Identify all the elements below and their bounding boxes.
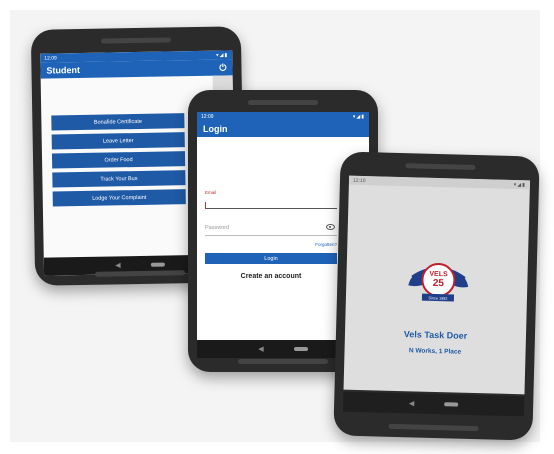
forgot-link[interactable]: Forgotten?	[205, 242, 337, 247]
login-form: Email Password Forgotten? Login Create a…	[205, 190, 337, 280]
home-icon[interactable]	[444, 402, 459, 407]
splash-screen: 12:10 ▾◢▮ VELS 25 Since 1992 Vels Task D…	[343, 175, 531, 395]
status-icons: ▾◢▮	[216, 51, 229, 59]
back-icon[interactable]: ◀	[115, 261, 121, 269]
back-icon[interactable]: ◀	[409, 399, 415, 407]
app-title: Vels Task Doer	[403, 329, 468, 341]
status-time: 12:09	[44, 54, 57, 62]
power-icon[interactable]: ⏻	[219, 62, 226, 73]
bonafide-certificate-button[interactable]: Bonafide Certificate	[51, 113, 185, 131]
home-icon[interactable]	[150, 262, 165, 267]
email-field[interactable]	[205, 199, 337, 209]
speaker-grille	[404, 163, 475, 170]
lodge-complaint-button[interactable]: Lodge Your Complaint	[52, 189, 186, 207]
status-time: 12:10	[352, 177, 366, 184]
home-icon[interactable]	[293, 347, 308, 351]
status-time: 12:09	[201, 113, 214, 120]
app-bar: Student ⏻	[40, 59, 233, 79]
bottom-speaker	[388, 423, 479, 432]
back-icon[interactable]: ◀	[258, 345, 263, 353]
password-placeholder: Password	[205, 225, 230, 231]
speaker-grille	[100, 37, 172, 44]
eye-icon[interactable]	[326, 224, 335, 230]
order-food-button[interactable]: Order Food	[51, 151, 186, 169]
status-bar: 12:09 ▾◢▮	[197, 112, 369, 121]
status-icons: ▾◢▮	[513, 181, 527, 188]
phone-splash: 12:10 ▾◢▮ VELS 25 Since 1992 Vels Task D…	[333, 151, 540, 441]
nav-bar: ◀	[342, 391, 525, 417]
bottom-speaker	[238, 359, 328, 364]
text-cursor	[205, 202, 206, 209]
menu-list: Bonafide Certificate Leave Letter Order …	[51, 113, 186, 210]
bottom-speaker	[95, 270, 186, 277]
speaker-grille	[248, 100, 318, 105]
status-icons: ▾◢▮	[352, 113, 365, 120]
login-button[interactable]: Login	[205, 253, 337, 264]
password-field[interactable]: Password	[205, 223, 337, 236]
leave-letter-button[interactable]: Leave Letter	[51, 132, 185, 150]
create-account-link[interactable]: Create an account	[205, 273, 337, 280]
logo-number: 25	[433, 278, 445, 289]
vels-logo: VELS 25 Since 1992	[408, 263, 469, 302]
app-subtitle: N Works, 1 Place	[408, 347, 462, 356]
track-bus-button[interactable]: Track Your Bus	[52, 170, 186, 188]
page-title: Student	[46, 65, 81, 76]
logo-since: Since 1992	[428, 296, 447, 300]
page-title: Login	[203, 124, 228, 134]
app-bar: Login	[197, 121, 369, 137]
status-bar: 12:10 ▾◢▮	[348, 175, 531, 190]
